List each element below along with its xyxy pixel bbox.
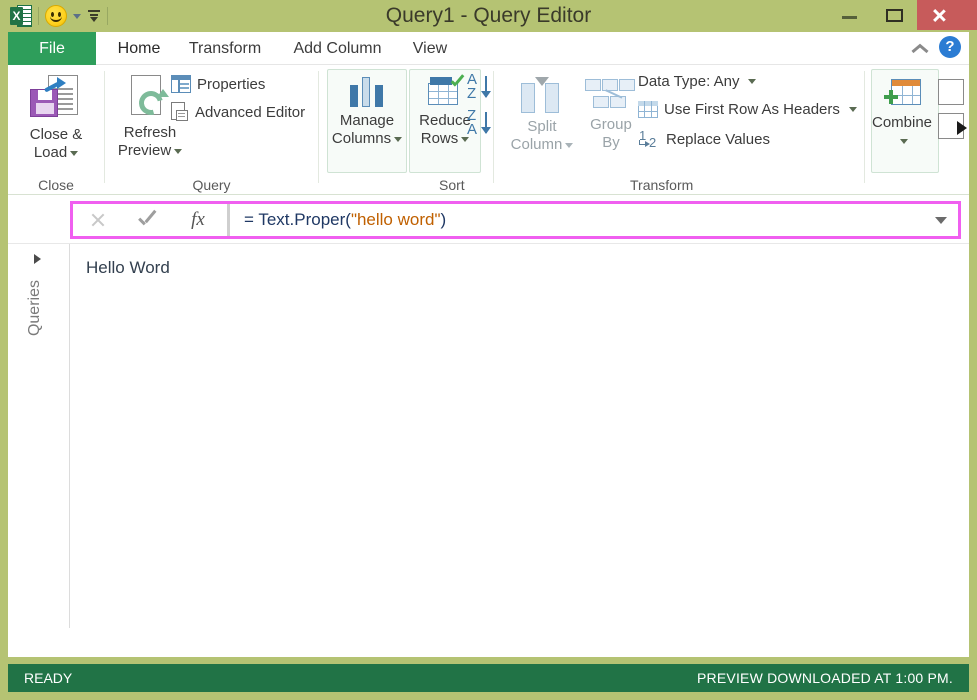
chevron-up-icon[interactable] <box>911 38 929 56</box>
minimize-button[interactable] <box>827 0 872 30</box>
refresh-preview-dropdown-icon[interactable] <box>174 148 183 154</box>
first-row-headers-icon <box>638 101 658 118</box>
close-and-load-dropdown-icon[interactable] <box>70 150 79 156</box>
split-column-label-2: Column <box>499 136 585 154</box>
refresh-icon <box>127 75 173 120</box>
combine-dropdown-icon[interactable] <box>899 138 908 144</box>
insert-function-button[interactable]: fx <box>173 204 223 236</box>
partial-icon-1[interactable] <box>938 79 964 105</box>
tab-transform[interactable]: Transform <box>175 32 275 65</box>
help-icon[interactable]: ? <box>939 36 961 58</box>
ribbon-tabstrip: File Home Transform Add Column View ? <box>8 32 969 65</box>
ribbon-right-controls: ? <box>911 36 961 58</box>
sort-asc-bottom-letter: Z <box>467 85 477 102</box>
advanced-editor-button[interactable]: Advanced Editor <box>171 102 305 122</box>
close-and-load-button[interactable]: Close & Load <box>13 73 99 162</box>
split-column-button[interactable]: Split Column <box>499 73 585 154</box>
sort-desc-bottom-letter: A <box>467 121 478 138</box>
status-bar: READY PREVIEW DOWNLOADED AT 1:00 PM. <box>8 664 969 692</box>
ribbon-group-sort: Manage Columns Reduce Rows A Z Z A Sort <box>319 65 493 194</box>
split-column-dropdown-icon[interactable] <box>565 142 574 148</box>
group-by-label-2: By <box>602 134 620 151</box>
formula-input[interactable]: = Text.Proper("hello word") <box>234 210 924 230</box>
query-editor-window: X Query1 - Query Editor File Home Transf… <box>0 0 977 700</box>
ribbon-group-combine: Combine <box>862 65 945 194</box>
manage-columns-button[interactable]: Manage Columns <box>324 77 410 148</box>
split-column-label-1: Split <box>527 118 557 135</box>
close-and-load-label-2: Load <box>13 144 99 162</box>
properties-icon <box>171 75 191 93</box>
tab-file[interactable]: File <box>8 32 96 65</box>
status-left-text: READY <box>24 670 73 686</box>
main-content: Queries Hello Word <box>8 243 969 628</box>
group-by-button[interactable]: Group By <box>579 73 643 152</box>
window-controls <box>827 0 977 30</box>
use-first-row-label: Use First Row As Headers <box>664 101 840 118</box>
ribbon-group-transform: Split Column Group By Data Type: Any Use… <box>494 65 864 194</box>
refresh-preview-label-2: Preview <box>107 142 193 160</box>
formula-accept-button[interactable] <box>123 204 173 236</box>
queries-pane-label[interactable]: Queries <box>26 280 44 336</box>
close-button[interactable] <box>917 0 977 30</box>
group-label-sort: Sort <box>439 177 465 193</box>
formula-bar-divider <box>227 204 230 236</box>
status-right-text: PREVIEW DOWNLOADED AT 1:00 PM. <box>697 670 953 686</box>
combine-label: Combine <box>871 114 933 131</box>
ribbon-group-query: Refresh Preview Properties Advanced Edit… <box>105 65 318 194</box>
replace-values-button[interactable]: 12 Replace Values <box>638 128 770 150</box>
triangle-right-icon[interactable] <box>957 121 967 135</box>
tab-home[interactable]: Home <box>103 32 175 65</box>
manage-columns-label-2: Columns <box>324 130 410 148</box>
ribbon: Close & Load Close Refresh Preview Prope… <box>8 65 969 195</box>
save-load-icon <box>30 75 82 121</box>
queries-expand-icon[interactable] <box>34 254 41 264</box>
group-label-close: Close <box>38 177 74 193</box>
group-label-transform: Transform <box>630 177 694 193</box>
advanced-editor-label: Advanced Editor <box>195 103 306 121</box>
maximize-button[interactable] <box>872 0 917 30</box>
formula-bar-dropdown[interactable] <box>924 216 958 224</box>
use-first-row-dropdown-icon[interactable] <box>848 107 857 112</box>
combine-button[interactable]: Combine <box>862 79 942 150</box>
formula-cancel-button[interactable] <box>73 204 123 236</box>
data-type-dropdown-icon[interactable] <box>748 79 757 84</box>
manage-columns-label-1: Manage <box>339 112 395 129</box>
group-by-label-1: Group <box>590 116 632 133</box>
combine-icon <box>883 79 921 109</box>
properties-label: Properties <box>197 75 266 93</box>
ribbon-group-close: Close & Load Close <box>8 65 104 194</box>
manage-columns-icon <box>350 77 384 107</box>
properties-button[interactable]: Properties <box>171 75 265 93</box>
replace-values-label: Replace Values <box>666 130 770 148</box>
preview-value: Hello Word <box>86 258 170 277</box>
tab-view[interactable]: View <box>400 32 460 65</box>
advanced-editor-icon <box>171 102 189 122</box>
tab-add-column[interactable]: Add Column <box>275 32 400 65</box>
group-by-icon <box>585 79 637 111</box>
close-and-load-label-1: Close & <box>29 126 83 143</box>
manage-columns-dropdown-icon[interactable] <box>394 136 403 142</box>
formula-prefix: = Text.Proper( <box>244 210 351 229</box>
title-bar: X Query1 - Query Editor <box>0 0 977 32</box>
formula-bar-area: fx = Text.Proper("hello word") <box>8 195 969 243</box>
window-body: File Home Transform Add Column View ? Cl… <box>8 32 969 657</box>
formula-bar: fx = Text.Proper("hello word") <box>70 201 961 239</box>
data-type-dropdown[interactable]: Data Type: Any <box>638 73 757 90</box>
use-first-row-button[interactable]: Use First Row As Headers <box>638 101 857 118</box>
formula-string-literal: "hello word" <box>350 210 441 229</box>
replace-values-icon: 12 <box>639 128 657 150</box>
data-type-label: Data Type: Any <box>638 73 740 90</box>
split-column-icon <box>517 77 567 113</box>
formula-suffix: ) <box>440 210 447 229</box>
group-label-query: Query <box>192 177 231 193</box>
reduce-rows-icon <box>428 77 462 107</box>
queries-pane: Queries <box>8 244 70 628</box>
refresh-preview-label-1: Refresh <box>123 124 177 141</box>
